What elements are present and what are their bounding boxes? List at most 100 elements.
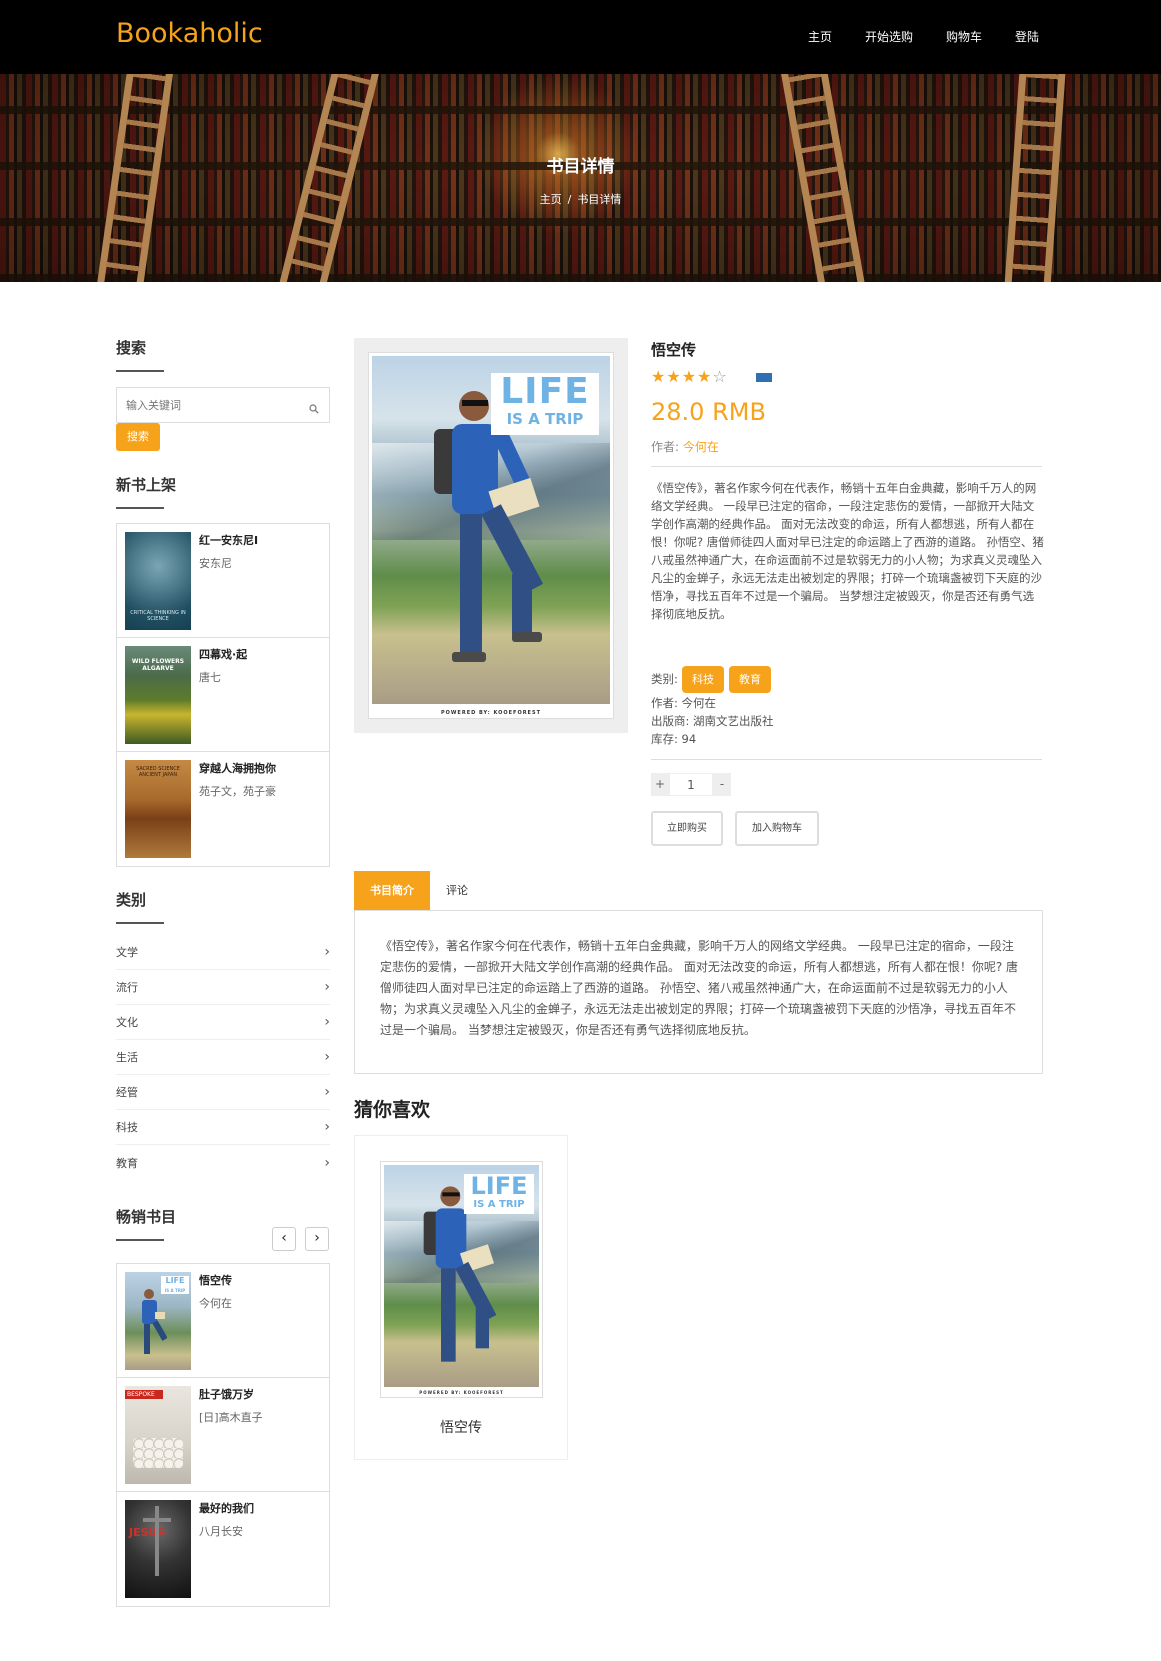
banner-ladder-decoration	[96, 74, 174, 282]
list-item[interactable]: BESPOKE 肚子饿万岁 [日]高木直子	[117, 1378, 329, 1492]
bestsellers-heading: 畅销书目	[116, 1206, 330, 1241]
page-title: 书目详情	[546, 157, 615, 177]
categories-title: 类别	[116, 891, 147, 909]
cover-life-badge: LIFE IS A TRIP	[464, 1174, 534, 1214]
book-author: 唐七	[199, 671, 221, 684]
carousel-next-button[interactable]: ›	[305, 1227, 329, 1251]
book-cover-text: JESUS	[129, 1526, 166, 1539]
categories-heading: 类别	[116, 889, 330, 924]
book-cover-text: CRITICAL THINKING IN SCIENCE	[130, 610, 186, 622]
search-icon[interactable]	[309, 404, 319, 414]
category-tag-education[interactable]: 教育	[729, 666, 771, 693]
list-item[interactable]: SACRED SCIENCE ANCIENT JAPAN 穿越人海拥抱你 苑子文…	[117, 752, 329, 866]
divider	[651, 759, 1042, 760]
category-label: 类别:	[651, 672, 678, 686]
star-empty-icon: ☆	[712, 367, 728, 386]
product-tabs: 书目简介 评论	[354, 871, 484, 911]
category-item-technology[interactable]: 科技 ›	[116, 1110, 330, 1145]
category-item-literature[interactable]: 文学 ›	[116, 935, 330, 970]
quantity-input[interactable]	[669, 773, 713, 796]
recommend-card[interactable]: LIFE IS A TRIP POWERED BY: KOOEFOREST 悟空…	[354, 1135, 568, 1460]
book-cover-thumbnail[interactable]: BESPOKE	[125, 1386, 191, 1484]
cover-footer-text: POWERED BY: KOOEFOREST	[441, 710, 541, 716]
recommend-title: 猜你喜欢	[354, 1099, 431, 1121]
tab-description[interactable]: 书目简介	[354, 871, 430, 911]
book-cover-thumbnail[interactable]: JESUS	[125, 1500, 191, 1598]
bestsellers-list: LIFE IS A TRIP 悟空传 今何在 BESPOKE 肚子饿万岁 [日]高…	[116, 1263, 330, 1607]
book-author: 安东尼	[199, 557, 232, 570]
search-button[interactable]: 搜索	[116, 423, 160, 451]
book-cover-text: SACRED SCIENCE ANCIENT JAPAN	[136, 766, 180, 778]
cover-illustration	[155, 1506, 159, 1576]
bestsellers-title: 畅销书目	[116, 1208, 177, 1226]
badge-icon	[756, 373, 772, 382]
quantity-decrease-button[interactable]: -	[713, 773, 731, 796]
tab-reviews[interactable]: 评论	[430, 871, 484, 911]
list-item[interactable]: JESUS 最好的我们 八月长安	[117, 1492, 329, 1606]
category-label: 文化	[116, 1016, 138, 1029]
product-title: 悟空传	[651, 341, 697, 359]
book-author: 今何在	[199, 1297, 232, 1310]
title-underline	[116, 507, 164, 509]
category-tag-technology[interactable]: 科技	[682, 666, 724, 693]
book-cover-thumbnail[interactable]: WILD FLOWERS ALGARVE	[125, 646, 191, 744]
quantity-increase-button[interactable]: +	[651, 773, 669, 796]
search-title: 搜索	[116, 339, 147, 357]
book-title[interactable]: 肚子饿万岁	[199, 1386, 254, 1402]
search-input[interactable]	[117, 388, 287, 422]
book-author: 八月长安	[199, 1525, 243, 1538]
nav-link-cart[interactable]: 购物车	[946, 28, 982, 45]
category-item-business[interactable]: 经管 ›	[116, 1075, 330, 1110]
nav-link-shop[interactable]: 开始选购	[865, 28, 913, 45]
nav-link-home[interactable]: 主页	[808, 28, 832, 45]
chevron-right-icon: ›	[324, 1119, 330, 1135]
star-filled-icon: ★	[666, 367, 682, 386]
page-banner	[0, 74, 1161, 282]
book-cover-thumbnail[interactable]: CRITICAL THINKING IN SCIENCE	[125, 532, 191, 630]
author-label: 作者:	[651, 440, 680, 454]
recommend-book-title[interactable]: 悟空传	[355, 1417, 567, 1437]
quantity-stepper: + -	[651, 773, 731, 796]
category-item-life[interactable]: 生活 ›	[116, 1040, 330, 1075]
book-title[interactable]: 穿越人海拥抱你	[199, 760, 276, 776]
cover-badge-line2: IS A TRIP	[473, 1199, 525, 1210]
nav-link-login[interactable]: 登陆	[1015, 28, 1039, 45]
category-item-popular[interactable]: 流行 ›	[116, 970, 330, 1005]
cover-life-badge: LIFE IS A TRIP	[491, 373, 599, 435]
book-cover-thumbnail[interactable]: LIFE IS A TRIP	[125, 1272, 191, 1370]
carousel-prev-button[interactable]: ‹	[272, 1227, 296, 1251]
add-to-cart-button[interactable]: 加入购物车	[735, 811, 819, 846]
product-price: 28.0 RMB	[651, 398, 766, 426]
category-item-education[interactable]: 教育 ›	[116, 1145, 330, 1180]
category-label: 生活	[116, 1051, 138, 1064]
buy-now-button[interactable]: 立即购买	[651, 811, 723, 846]
product-image-frame: LIFE IS A TRIP POWERED BY: KOOEFOREST	[354, 338, 628, 733]
tab-content-description: 《悟空传》，著名作家今何在代表作，畅销十五年白金典藏，影响千万人的网络文学经典。…	[354, 910, 1043, 1074]
book-cover-text: BESPOKE	[125, 1390, 163, 1399]
book-cover-thumbnail[interactable]: SACRED SCIENCE ANCIENT JAPAN	[125, 760, 191, 858]
cover-illustration	[133, 1438, 183, 1468]
category-item-culture[interactable]: 文化 ›	[116, 1005, 330, 1040]
recommend-cover-image[interactable]: LIFE IS A TRIP POWERED BY: KOOEFOREST	[380, 1161, 543, 1398]
book-title[interactable]: 最好的我们	[199, 1500, 254, 1516]
title-underline	[116, 1239, 164, 1241]
category-label: 流行	[116, 981, 138, 994]
category-label: 科技	[116, 1121, 138, 1134]
site-logo[interactable]: Bookaholic	[116, 18, 263, 49]
list-item[interactable]: CRITICAL THINKING IN SCIENCE 红一安东尼I 安东尼	[117, 524, 329, 638]
book-title[interactable]: 悟空传	[199, 1272, 232, 1288]
category-list: 文学 › 流行 › 文化 › 生活 › 经管 › 科技 › 教育 ›	[116, 935, 330, 1180]
list-item[interactable]: WILD FLOWERS ALGARVE 四幕戏·起 唐七	[117, 638, 329, 752]
chevron-right-icon: ›	[324, 979, 330, 995]
book-title[interactable]: 四幕戏·起	[199, 646, 247, 662]
author-link[interactable]: 今何在	[683, 440, 719, 454]
search-box	[116, 387, 330, 423]
list-item[interactable]: LIFE IS A TRIP 悟空传 今何在	[117, 1264, 329, 1378]
chevron-right-icon: ›	[324, 1014, 330, 1030]
book-title[interactable]: 红一安东尼I	[199, 532, 258, 548]
new-books-heading: 新书上架	[116, 474, 330, 509]
meta-publisher: 出版商: 湖南文艺出版社	[651, 714, 774, 728]
breadcrumb-home[interactable]: 主页	[540, 193, 562, 206]
cover-illustration	[143, 1518, 171, 1522]
product-cover-image[interactable]: LIFE IS A TRIP POWERED BY: KOOEFOREST	[368, 352, 614, 719]
